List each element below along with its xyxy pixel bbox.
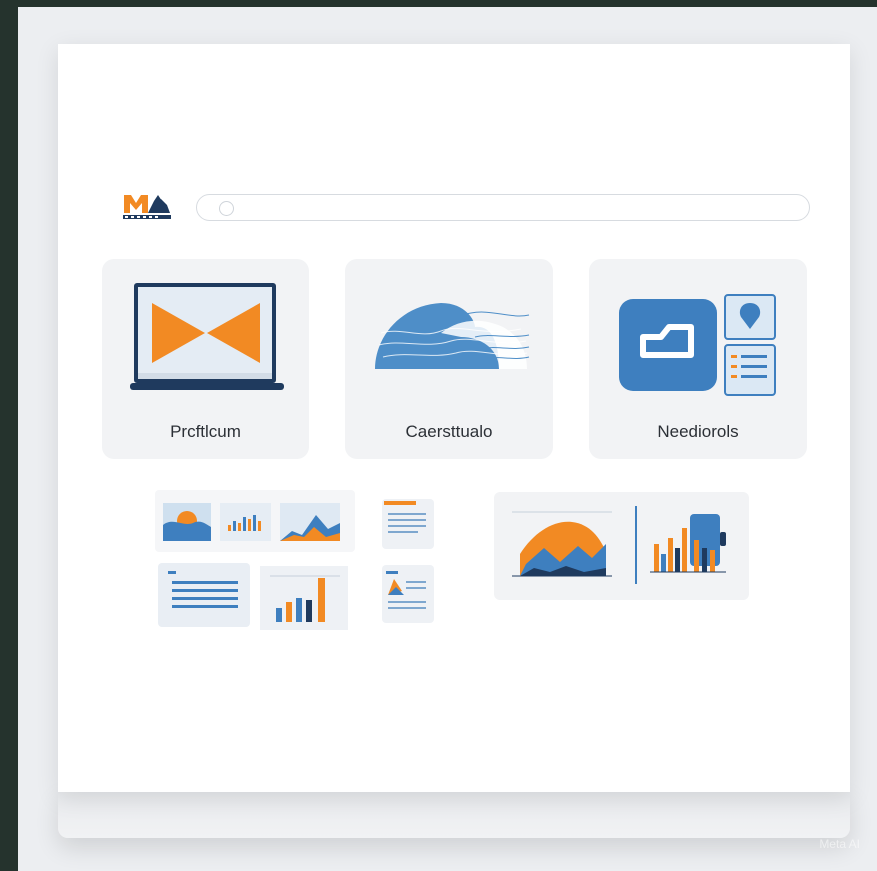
infographic-icon (386, 571, 426, 609)
tile-landscape[interactable]: Caersttualo (345, 259, 553, 459)
document-lines-icon (168, 571, 238, 608)
laptop-icon (130, 283, 284, 390)
thumbnail-landscape[interactable] (163, 503, 211, 541)
watermark: Meta AI (819, 837, 860, 851)
search-input[interactable] (196, 194, 810, 221)
thumbnail-infographic[interactable] (382, 565, 434, 623)
thumbnail-barchart[interactable] (220, 503, 271, 541)
thumbnail-mountain[interactable] (280, 503, 340, 541)
tile-label: Neediorols (657, 422, 739, 441)
brand-logo[interactable] (121, 189, 173, 225)
search-icon (219, 201, 234, 216)
mountain-chart-icon (280, 503, 340, 541)
thumbnail-document[interactable] (158, 563, 250, 627)
report-icon (384, 501, 426, 533)
tile-portfolio[interactable]: Prcftlcum (102, 259, 309, 459)
thumbnail-barchart-large[interactable] (260, 566, 348, 630)
bar-chart-icon (220, 503, 271, 541)
dashboard-preview-panel[interactable] (494, 492, 749, 600)
tile-label: Prcftlcum (170, 422, 241, 441)
landscape-thumb-icon (163, 503, 211, 541)
app-folder-icon (619, 294, 776, 396)
bar-chart-icon (260, 566, 348, 630)
tile-label: Caersttualo (405, 422, 493, 441)
thumbnail-report[interactable] (382, 499, 434, 549)
tile-media[interactable]: Neediorols (589, 259, 807, 459)
landscape-icon (375, 303, 530, 369)
area-chart-icon (512, 506, 726, 584)
card-base (58, 790, 850, 838)
